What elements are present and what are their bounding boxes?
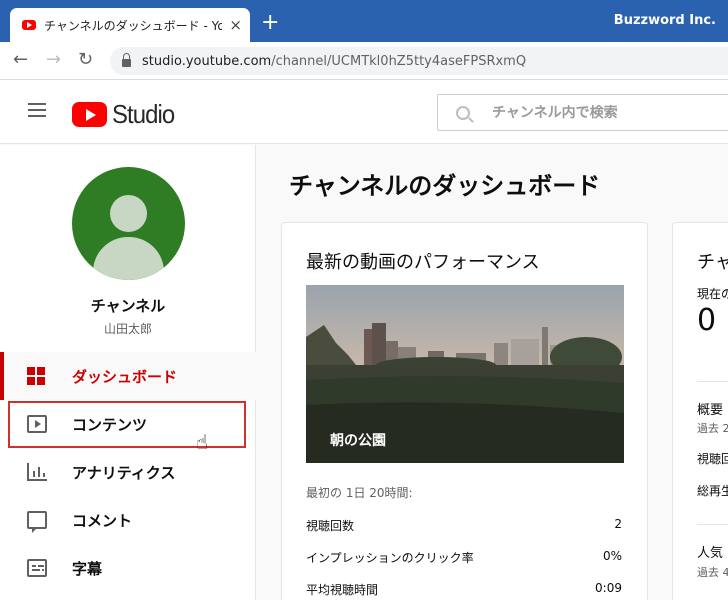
browser-profile: Buzzword Inc. xyxy=(613,13,716,28)
views-label: 視聴回 xyxy=(697,452,728,466)
current-subscribers-label: 現在の xyxy=(697,287,728,301)
youtube-logo-icon xyxy=(72,102,107,127)
sidebar-item-label: コメント xyxy=(72,511,133,530)
comment-icon xyxy=(27,511,47,533)
sidebar: チャンネル 山田太郎 ダッシュボード コンテンツ アナリティクス コメント 字幕 xyxy=(0,145,256,600)
page-title: チャンネルのダッシュボード xyxy=(289,172,601,200)
lock-icon xyxy=(122,53,131,67)
address-bar[interactable]: studio.youtube.com/channel/UCMTkl0hZ5tty… xyxy=(110,47,728,75)
stat-row-avg-duration: 平均視聴時間 0:09 xyxy=(306,581,622,598)
sidebar-item-subtitles[interactable]: 字幕 xyxy=(0,544,256,592)
card-title-partial: チャ xyxy=(697,252,728,273)
latest-video-performance-card: 最新の動画のパフォーマンス 朝の公園 最初の 1日 20時間: 視聴回数 2 イ… xyxy=(281,222,648,600)
stat-label: 平均視聴時間 xyxy=(306,583,379,597)
sidebar-item-label: 字幕 xyxy=(72,559,103,578)
search-box[interactable] xyxy=(437,94,728,131)
card-title: 最新の動画のパフォーマンス xyxy=(306,252,540,273)
popular-period: 過去 4 xyxy=(697,566,728,579)
sidebar-item-label: アナリティクス xyxy=(72,463,176,482)
stat-value: 2 xyxy=(614,517,622,531)
studio-logo[interactable]: Studio xyxy=(72,99,180,130)
youtube-favicon-icon xyxy=(22,20,36,30)
studio-header: Studio xyxy=(0,80,728,144)
close-tab-icon[interactable]: × xyxy=(229,16,242,34)
url-text[interactable]: studio.youtube.com/channel/UCMTkl0hZ5tty… xyxy=(142,54,526,69)
analytics-icon xyxy=(27,463,47,481)
sidebar-item-comments[interactable]: コメント xyxy=(0,496,256,544)
browser-titlebar: チャンネルのダッシュボード - YouTube Studio × + Buzzw… xyxy=(0,0,728,42)
avatar-body xyxy=(93,237,164,280)
url-path: /channel/UCMTkl0hZ5tty4aseFPSRxmQ xyxy=(271,53,527,69)
video-title-caption: 朝の公園 xyxy=(330,433,386,449)
sidebar-item-dashboard[interactable]: ダッシュボード xyxy=(0,352,256,400)
back-arrow-icon[interactable]: ← xyxy=(13,50,28,70)
stat-label: インプレッションのクリック率 xyxy=(306,551,474,565)
channel-name: チャンネル xyxy=(90,297,166,315)
avatar-head xyxy=(110,195,147,232)
forward-arrow-icon[interactable]: → xyxy=(46,50,61,70)
dashboard-icon xyxy=(27,367,47,385)
stat-row-ctr: インプレッションのクリック率 0% xyxy=(306,549,622,566)
stat-value: 0% xyxy=(602,549,622,563)
subscriber-count: 0 xyxy=(697,303,717,338)
browser-toolbar: ← → ↻ studio.youtube.com/channel/UCMTkl0… xyxy=(0,42,728,80)
url-host: studio.youtube.com xyxy=(142,53,272,69)
stat-row-views: 視聴回数 2 xyxy=(306,517,622,534)
stat-value: 0:09 xyxy=(595,581,622,595)
new-tab-button[interactable]: + xyxy=(261,12,279,34)
sidebar-item-analytics[interactable]: アナリティクス xyxy=(0,448,256,496)
menu-icon[interactable] xyxy=(28,103,46,117)
stat-label: 視聴回数 xyxy=(306,519,355,533)
avatar[interactable] xyxy=(72,167,185,280)
reload-icon[interactable]: ↻ xyxy=(78,50,93,70)
summary-label: 概要 xyxy=(697,403,724,418)
popular-label: 人気 xyxy=(697,546,724,561)
divider xyxy=(697,381,728,382)
summary-period: 過去 2 xyxy=(697,422,728,435)
tab-title: チャンネルのダッシュボード - YouTube Studio xyxy=(44,18,222,33)
search-icon[interactable] xyxy=(456,105,470,120)
logo-text: Studio xyxy=(112,99,175,129)
content-highlight-box xyxy=(8,401,246,448)
subtitles-icon xyxy=(27,559,47,577)
video-thumbnail[interactable]: 朝の公園 xyxy=(306,285,624,463)
channel-owner: 山田太郎 xyxy=(103,322,152,336)
browser-tab[interactable]: チャンネルのダッシュボード - YouTube Studio × xyxy=(10,8,250,42)
hand-cursor-icon: ☝ xyxy=(196,430,209,454)
search-input[interactable] xyxy=(492,104,712,121)
divider xyxy=(697,524,728,525)
channel-analytics-card: チャ 現在の 0 概要 過去 2 視聴回 総再生 人気 過去 4 xyxy=(672,222,728,600)
stats-period: 最初の 1日 20時間: xyxy=(306,486,413,500)
watch-time-label: 総再生 xyxy=(697,484,728,498)
sidebar-item-label: ダッシュボード xyxy=(72,367,178,386)
